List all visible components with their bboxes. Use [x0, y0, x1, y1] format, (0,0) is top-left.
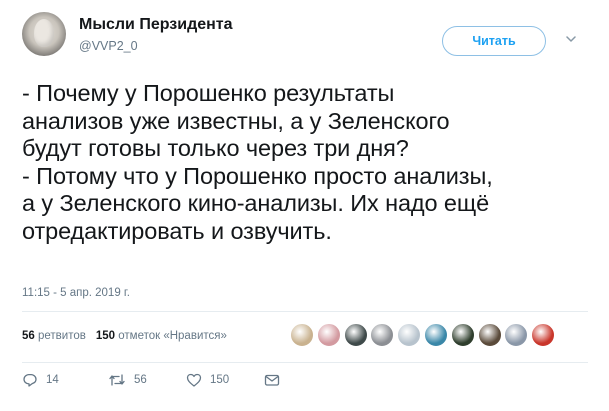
- retweet-icon: [109, 374, 125, 386]
- retweets-label: ретвитов: [38, 330, 86, 342]
- tweet-line: - Потому что у Порошенко просто анализы,: [22, 162, 493, 189]
- tweet-line: анализов уже известны, а у Зеленского: [22, 107, 450, 134]
- liker-avatar[interactable]: [531, 323, 556, 347]
- retweet-count: 56: [134, 374, 147, 386]
- author-name[interactable]: Мысли Перзидента: [79, 16, 233, 34]
- retweets-count: 56: [22, 330, 35, 342]
- author-avatar[interactable]: [22, 12, 66, 56]
- heart-icon: [186, 373, 202, 387]
- tweet-line: а у Зеленского кино-анализы. Их надо ещё: [22, 190, 490, 216]
- follow-button[interactable]: Читать: [442, 26, 546, 56]
- liker-avatar[interactable]: [397, 323, 422, 347]
- liker-avatar[interactable]: [477, 323, 502, 347]
- like-action[interactable]: 150: [186, 372, 229, 388]
- likes-stat[interactable]: 150 отметок «Нравится»: [96, 330, 227, 342]
- liker-avatar[interactable]: [316, 323, 341, 347]
- liker-avatar[interactable]: [450, 323, 475, 347]
- liker-avatar[interactable]: [504, 323, 529, 347]
- tweet-line: будут готовы только через три дня?: [22, 135, 409, 161]
- chevron-down-icon[interactable]: [566, 34, 576, 44]
- reply-action[interactable]: 14: [22, 372, 59, 388]
- likes-count: 150: [95, 330, 116, 342]
- like-count: 150: [210, 374, 230, 386]
- likes-label: отметок «Нравится»: [118, 330, 227, 342]
- divider: [22, 311, 588, 312]
- liker-avatar[interactable]: [343, 323, 368, 347]
- avatar-face: [34, 19, 54, 47]
- liker-avatar[interactable]: [370, 323, 395, 347]
- tweet-line: отредактировать и озвучить.: [22, 217, 332, 244]
- direct-message-action[interactable]: [264, 372, 288, 388]
- retweets-stat[interactable]: 56 ретвитов: [22, 330, 86, 342]
- reply-count: 14: [46, 374, 59, 386]
- envelope-icon: [264, 374, 280, 386]
- divider: [22, 362, 588, 363]
- tweet-line: - Почему у Порошенко результаты: [22, 80, 395, 106]
- reply-icon: [23, 373, 37, 387]
- author-handle[interactable]: @VVP2_0: [79, 39, 138, 53]
- liker-avatar[interactable]: [423, 323, 448, 347]
- liker-avatar[interactable]: [290, 323, 314, 347]
- liker-avatars: [290, 323, 558, 349]
- retweet-action[interactable]: 56: [108, 372, 147, 388]
- tweet-stats: 56 ретвитов 150 отметок «Нравится»: [22, 330, 227, 342]
- tweet-text: - Почему у Порошенко результаты анализов…: [22, 80, 592, 245]
- tweet-timestamp[interactable]: 11:15 - 5 апр. 2019 г.: [22, 287, 130, 299]
